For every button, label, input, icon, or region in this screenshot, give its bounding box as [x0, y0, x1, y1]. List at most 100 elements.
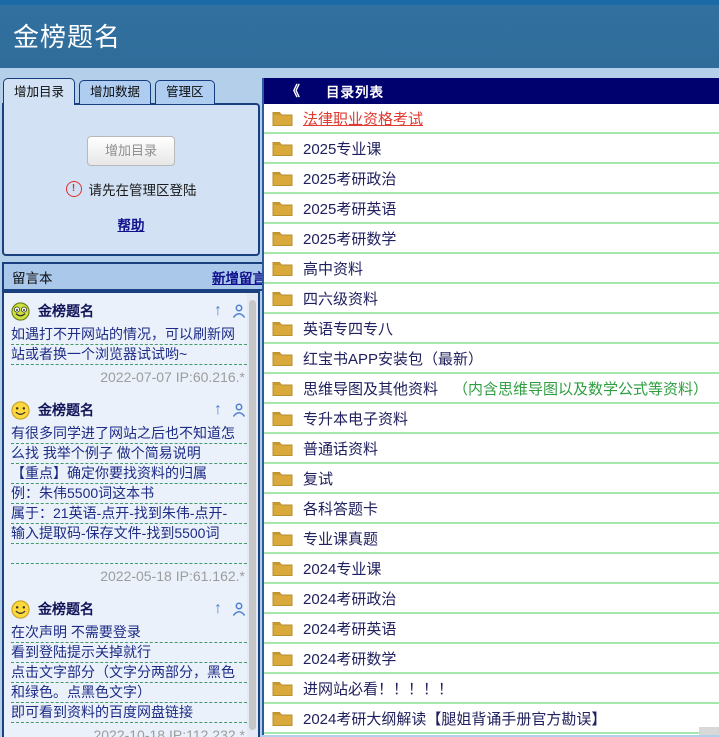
directory-row[interactable]: 2025考研政治	[264, 164, 719, 194]
warning-icon: !	[66, 181, 82, 197]
directory-row[interactable]: 各科答题卡	[264, 494, 719, 524]
message-line: 么找 我举个例子 做个简易说明	[11, 444, 247, 464]
directory-link[interactable]: 各科答题卡	[303, 498, 378, 519]
directory-row[interactable]: 专业课真题	[264, 524, 719, 554]
folder-icon	[272, 260, 293, 276]
message-scrollbar-track[interactable]	[247, 293, 258, 737]
directory-link[interactable]: 进网站必看！！！！！	[303, 678, 453, 699]
message-line: 有很多同学进了网站之后也不知道怎	[11, 424, 247, 444]
directory-row[interactable]: 2025专业课	[264, 134, 719, 164]
message-line: 点击文字部分（文字分两部分，黑色	[11, 663, 247, 683]
message-line: 站或者换一个浏览器试试哟~	[11, 345, 247, 365]
directory-link[interactable]: 四六级资料	[303, 288, 378, 309]
horizontal-scrollbar-thumb[interactable]	[699, 727, 719, 735]
up-arrow-icon[interactable]: ↑	[214, 601, 222, 617]
folder-icon	[272, 680, 293, 696]
directory-link[interactable]: 高中资料	[303, 258, 363, 279]
user-icon[interactable]	[231, 402, 247, 418]
directory-link[interactable]: 2025考研政治	[303, 168, 396, 189]
add-directory-panel: 增加目录 ! 请先在管理区登陆 帮助	[2, 103, 260, 256]
directory-link[interactable]: 英语专四专八	[303, 318, 393, 339]
message-line: 看到登陆提示关掉就行	[11, 643, 247, 663]
directory-row[interactable]: 2024考研英语	[264, 614, 719, 644]
message-line: 如遇打不开网站的情况，可以刷新网	[11, 325, 247, 345]
directory-row[interactable]: 2025考研英语	[264, 194, 719, 224]
folder-icon	[272, 110, 293, 126]
directory-header: 《 目录列表	[264, 78, 719, 104]
message-date: 2022-05-18 IP:61.162.*	[11, 564, 247, 591]
directory-row[interactable]: 英语专四专八	[264, 314, 719, 344]
tab-add-data[interactable]: 增加数据	[79, 80, 151, 104]
add-directory-button[interactable]: 增加目录	[87, 136, 175, 166]
directory-row[interactable]: 普通话资料	[264, 434, 719, 464]
directory-link[interactable]: 专升本电子资料	[303, 408, 408, 429]
login-warning-text: 请先在管理区登陆	[89, 179, 197, 199]
green-grin-smiley-icon	[11, 302, 30, 321]
user-icon[interactable]	[231, 303, 247, 319]
directory-row[interactable]: 2024考研政治	[264, 584, 719, 614]
message-line: 例：朱伟5500词这本书	[11, 484, 247, 504]
user-icon[interactable]	[231, 601, 247, 617]
directory-row[interactable]: 进网站必看！！！！！	[264, 674, 719, 704]
message-item: 金榜题名↑如遇打不开网站的情况，可以刷新网站或者换一个浏览器试试哟~2022-0…	[11, 299, 247, 392]
up-arrow-icon[interactable]: ↑	[214, 402, 222, 418]
directory-row[interactable]: 思维导图及其他资料 （内含思维导图以及数学公式等资料）	[264, 374, 719, 404]
login-warning: ! 请先在管理区登陆	[4, 179, 258, 199]
directory-link[interactable]: 2024考研大纲解读【腿姐背诵手册官方勘误】	[303, 708, 606, 729]
directory-row[interactable]: 2024考研大纲解读【腿姐背诵手册官方勘误】	[264, 704, 719, 734]
folder-icon	[272, 140, 293, 156]
message-line: 输入提取码-保存文件-找到5500词	[11, 524, 247, 544]
directory-link[interactable]: 2025专业课	[303, 138, 381, 159]
directory-row[interactable]: 高中资料	[264, 254, 719, 284]
directory-link[interactable]: 2024专业课	[303, 558, 381, 579]
directory-row[interactable]: 2025考研数学	[264, 224, 719, 254]
message-author: 金榜题名	[38, 400, 94, 420]
directory-link[interactable]: 红宝书APP安装包（最新）	[303, 348, 483, 369]
message-scrollbar-thumb[interactable]	[249, 300, 256, 730]
directory-link[interactable]: 法律职业资格考试	[303, 108, 423, 129]
folder-icon	[272, 200, 293, 216]
message-author: 金榜题名	[38, 301, 94, 321]
folder-icon	[272, 650, 293, 666]
message-header: 金榜题名 ↑	[11, 398, 247, 422]
directory-row[interactable]: 专升本电子资料	[264, 404, 719, 434]
message-header: 金榜题名 ↑	[11, 597, 247, 621]
directory-note: （内含思维导图以及数学公式等资料）	[453, 378, 708, 399]
message-header: 金榜题名 ↑	[11, 299, 247, 323]
message-item: 金榜题名↑在次声明 不需要登录看到登陆提示关掉就行点击文字部分（文字分两部分，黑…	[11, 597, 247, 737]
directory-row[interactable]: 2024专业课	[264, 554, 719, 584]
directory-link[interactable]: 思维导图及其他资料	[303, 378, 438, 399]
message-list: 金榜题名 ↑ 如遇打不开网站的情况，可以刷新网站或者换一个浏览器试试哟~ 2022-0…	[11, 293, 247, 737]
directory-row[interactable]: 红宝书APP安装包（最新）	[264, 344, 719, 374]
folder-icon	[272, 230, 293, 246]
yellow-smiley-icon	[11, 600, 30, 619]
directory-link[interactable]: 2024考研英语	[303, 618, 396, 639]
folder-icon	[272, 710, 293, 726]
folder-icon	[272, 560, 293, 576]
message-line: 【重点】确定你要找资料的归属	[11, 464, 247, 484]
directory-row[interactable]: 2024考研数学	[264, 644, 719, 674]
directory-link[interactable]: 2024考研政治	[303, 588, 396, 609]
directory-row[interactable]: 复试	[264, 464, 719, 494]
directory-row[interactable]: 四六级资料	[264, 284, 719, 314]
tab-admin-area[interactable]: 管理区	[155, 80, 215, 104]
yellow-smiley-icon	[11, 401, 30, 420]
directory-link[interactable]: 2025考研英语	[303, 198, 396, 219]
help-link[interactable]: 帮助	[118, 214, 145, 234]
directory-link[interactable]: 普通话资料	[303, 438, 378, 459]
message-author: 金榜题名	[38, 599, 94, 619]
site-header: 金榜题名	[0, 0, 719, 68]
up-arrow-icon[interactable]: ↑	[214, 303, 222, 319]
message-item: 金榜题名 ↑ 有很多同学进了网站之后也不知道怎么找 我举个例子 做个简易说明【重点】…	[11, 398, 247, 591]
directory-row[interactable]: 法律职业资格考试	[264, 104, 719, 134]
directory-title: 目录列表	[326, 81, 384, 101]
directory-link[interactable]: 2024考研数学	[303, 648, 396, 669]
directory-link[interactable]: 复试	[303, 468, 333, 489]
message-line	[11, 544, 247, 564]
directory-link[interactable]: 专业课真题	[303, 528, 378, 549]
collapse-icon[interactable]: 《	[286, 81, 300, 101]
directory-link[interactable]: 2025考研数学	[303, 228, 396, 249]
tab-add-directory[interactable]: 增加目录	[3, 78, 75, 105]
new-message-link[interactable]: 新增留言	[212, 267, 266, 287]
folder-icon	[272, 590, 293, 606]
